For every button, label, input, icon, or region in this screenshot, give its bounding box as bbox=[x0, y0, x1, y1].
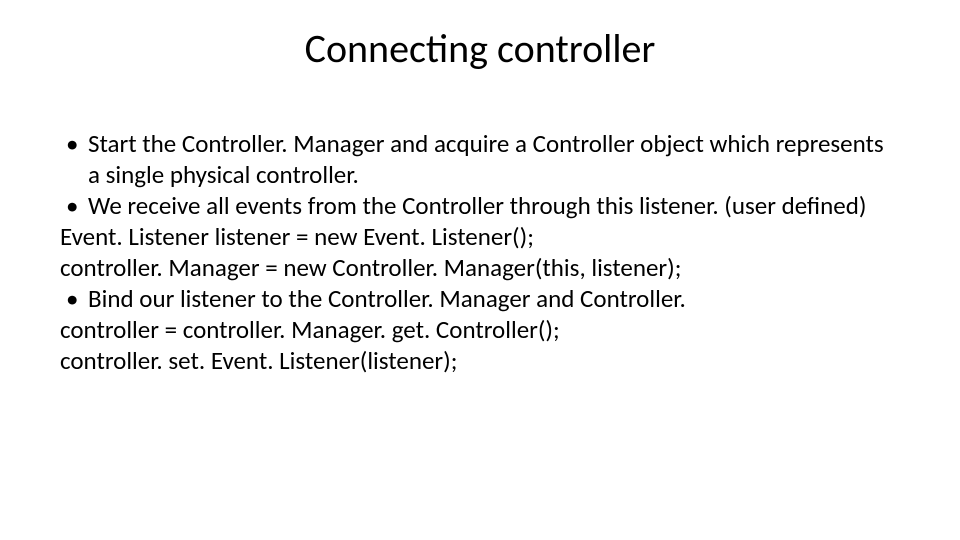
slide-body: • Start the Controller. Manager and acqu… bbox=[60, 128, 900, 376]
bullet-text: Start the Controller. Manager and acquir… bbox=[88, 128, 900, 190]
bullet-text: We receive all events from the Controlle… bbox=[88, 190, 900, 221]
bullet-icon: • bbox=[60, 128, 88, 159]
code-line: Event. Listener listener = new Event. Li… bbox=[60, 221, 900, 252]
code-line: controller. set. Event. Listener(listene… bbox=[60, 345, 900, 376]
slide-title: Connecting controller bbox=[0, 24, 960, 73]
bullet-item: • Bind our listener to the Controller. M… bbox=[60, 283, 900, 314]
bullet-icon: • bbox=[60, 283, 88, 314]
code-line: controller = controller. Manager. get. C… bbox=[60, 314, 900, 345]
bullet-item: • We receive all events from the Control… bbox=[60, 190, 900, 221]
slide: Connecting controller • Start the Contro… bbox=[0, 0, 960, 540]
bullet-text: Bind our listener to the Controller. Man… bbox=[88, 283, 900, 314]
bullet-item: • Start the Controller. Manager and acqu… bbox=[60, 128, 900, 190]
bullet-icon: • bbox=[60, 190, 88, 221]
code-line: controller. Manager = new Controller. Ma… bbox=[60, 252, 900, 283]
